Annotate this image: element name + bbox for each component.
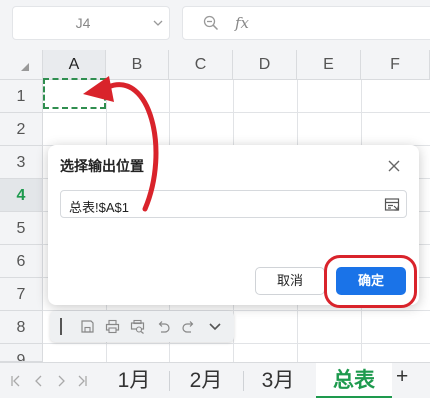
print-preview-icon[interactable] xyxy=(130,319,145,334)
column-header-f[interactable]: F xyxy=(361,50,430,80)
row-header-6[interactable]: 6 xyxy=(0,245,43,278)
row-header-9[interactable]: 9 xyxy=(0,344,43,362)
first-sheet-icon[interactable] xyxy=(10,375,22,387)
row-header-8[interactable]: 8 xyxy=(0,311,43,344)
name-box[interactable]: J4 xyxy=(12,6,170,40)
row-header-1[interactable]: 1 xyxy=(0,80,43,113)
column-header-a[interactable]: A xyxy=(43,50,106,80)
sheet-tab-mar[interactable]: 3月 xyxy=(244,363,312,398)
row-header-4[interactable]: 4 xyxy=(0,179,43,212)
sheet-tab-feb[interactable]: 2月 xyxy=(170,363,242,398)
select-all-corner[interactable] xyxy=(0,50,43,80)
grid-line xyxy=(43,112,430,113)
redo-icon[interactable] xyxy=(181,319,196,334)
column-header-c[interactable]: C xyxy=(169,50,233,80)
select-all-icon xyxy=(21,63,29,71)
dialog-title: 选择输出位置 xyxy=(60,158,144,174)
column-header-d[interactable]: D xyxy=(233,50,297,80)
next-sheet-icon[interactable] xyxy=(55,375,67,387)
row-header-2[interactable]: 2 xyxy=(0,113,43,146)
cell-a1-selection[interactable] xyxy=(43,78,106,109)
grid-line xyxy=(43,343,430,344)
row-header-7[interactable]: 7 xyxy=(0,278,43,311)
add-sheet-button[interactable]: + xyxy=(396,365,408,389)
row-header-5[interactable]: 5 xyxy=(0,212,43,245)
column-header-b[interactable]: B xyxy=(106,50,169,80)
sheet-tab-jan[interactable]: 1月 xyxy=(100,363,168,398)
zoom-icon[interactable] xyxy=(203,15,219,31)
cell-reference: J4 xyxy=(75,15,91,31)
cancel-button[interactable]: 取消 xyxy=(255,267,325,295)
previous-sheet-icon[interactable] xyxy=(33,375,45,387)
ok-button-highlight xyxy=(324,255,417,308)
sheet-tab-bar: 1月 2月 3月 总表 + xyxy=(0,362,430,398)
save-icon[interactable] xyxy=(80,319,95,334)
floating-toolbar xyxy=(50,311,234,342)
row-header-3[interactable]: 3 xyxy=(0,146,43,179)
range-select-icon[interactable] xyxy=(384,197,400,213)
close-icon[interactable] xyxy=(387,159,401,173)
output-location-value: 总表!$A$1 xyxy=(69,200,129,215)
chevron-down-icon[interactable] xyxy=(209,322,221,331)
last-sheet-icon[interactable] xyxy=(76,375,88,387)
fx-icon[interactable]: fx xyxy=(235,14,249,32)
formula-bar: J4 fx xyxy=(0,0,430,50)
column-header-e[interactable]: E xyxy=(297,50,361,80)
undo-icon[interactable] xyxy=(156,319,171,334)
sheet-tab-summary[interactable]: 总表 xyxy=(316,363,392,398)
formula-input[interactable]: fx xyxy=(182,6,430,40)
chevron-down-icon[interactable] xyxy=(153,19,163,27)
text-cursor-icon xyxy=(60,318,62,335)
print-icon[interactable] xyxy=(105,319,120,334)
output-location-input[interactable]: 总表!$A$1 xyxy=(60,190,407,218)
